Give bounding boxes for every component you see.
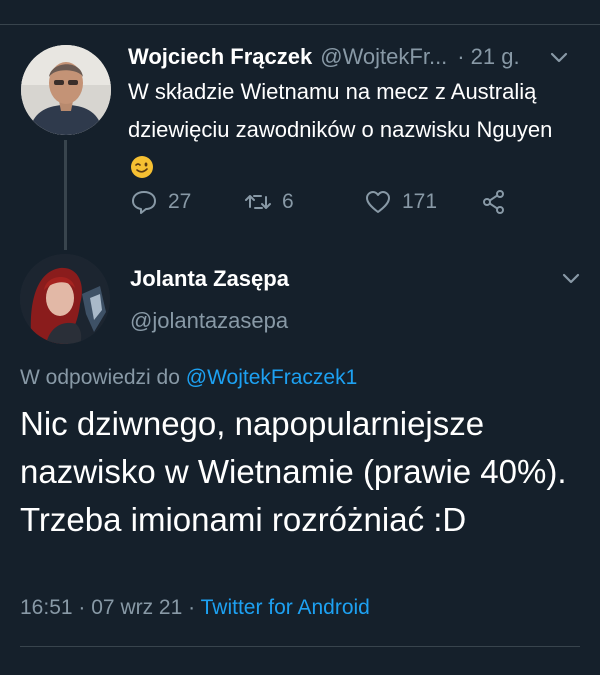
retweet-button[interactable]: 6 bbox=[244, 184, 294, 220]
client-link[interactable]: Twitter for Android bbox=[201, 596, 370, 619]
reply-count: 27 bbox=[168, 190, 192, 213]
share-icon bbox=[483, 190, 504, 214]
replying-to-line: W odpowiedzi do @WojtekFraczek1 bbox=[20, 366, 357, 390]
reply-tweet-time: 16:51 bbox=[20, 596, 73, 619]
parent-author-name[interactable]: Wojciech Frączek bbox=[128, 44, 312, 70]
reply-author-avatar[interactable] bbox=[20, 254, 110, 344]
share-button[interactable] bbox=[480, 184, 508, 220]
replying-to-mention-link[interactable]: @WojtekFraczek1 bbox=[186, 366, 357, 389]
heart-icon bbox=[366, 191, 390, 213]
parent-tweet-header: Wojciech Frączek @WojtekFr... · 21 g. bbox=[128, 40, 588, 74]
parent-author-avatar[interactable] bbox=[21, 45, 111, 135]
like-button[interactable]: 171 bbox=[364, 184, 437, 220]
parent-author-handle[interactable]: @WojtekFr... bbox=[320, 44, 447, 70]
parent-tweet-body: W składzie Wietnamu na mecz z Australią … bbox=[128, 79, 553, 142]
retweet-count: 6 bbox=[282, 190, 294, 213]
retweet-icon bbox=[245, 195, 271, 209]
avatar-woman-image bbox=[20, 254, 110, 344]
chevron-down-icon[interactable] bbox=[548, 46, 570, 68]
reply-author-handle[interactable]: @jolantazasepa bbox=[130, 308, 288, 334]
reply-tweet-text: Nic dziwnego, napopularniejsze nazwisko … bbox=[20, 405, 567, 538]
parent-tweet-time[interactable]: 21 g. bbox=[471, 44, 520, 70]
avatar-man-image bbox=[21, 45, 111, 135]
top-divider bbox=[0, 24, 600, 25]
parent-tweet-text: W składzie Wietnamu na mecz z Australią … bbox=[128, 73, 568, 187]
reply-icon bbox=[132, 191, 156, 214]
like-count: 171 bbox=[402, 190, 438, 213]
reply-button[interactable]: 27 bbox=[130, 184, 191, 220]
bottom-divider bbox=[20, 646, 580, 647]
meta-separator: · bbox=[78, 596, 86, 619]
meta-separator: · bbox=[188, 596, 196, 619]
reply-tweet-meta: 16:51 · 07 wrz 21 · Twitter for Android bbox=[20, 596, 370, 620]
thread-connector-line bbox=[64, 140, 67, 250]
reply-tweet-date: 07 wrz 21 bbox=[91, 596, 183, 619]
chevron-down-icon[interactable] bbox=[560, 267, 582, 289]
reply-author-name[interactable]: Jolanta Zasępa bbox=[130, 266, 289, 292]
parent-time-separator: · bbox=[457, 44, 465, 69]
winking-face-emoji-icon bbox=[130, 153, 154, 178]
replying-to-label: W odpowiedzi do bbox=[20, 366, 180, 389]
parent-tweet-actions: 27 6 171 bbox=[128, 184, 528, 220]
